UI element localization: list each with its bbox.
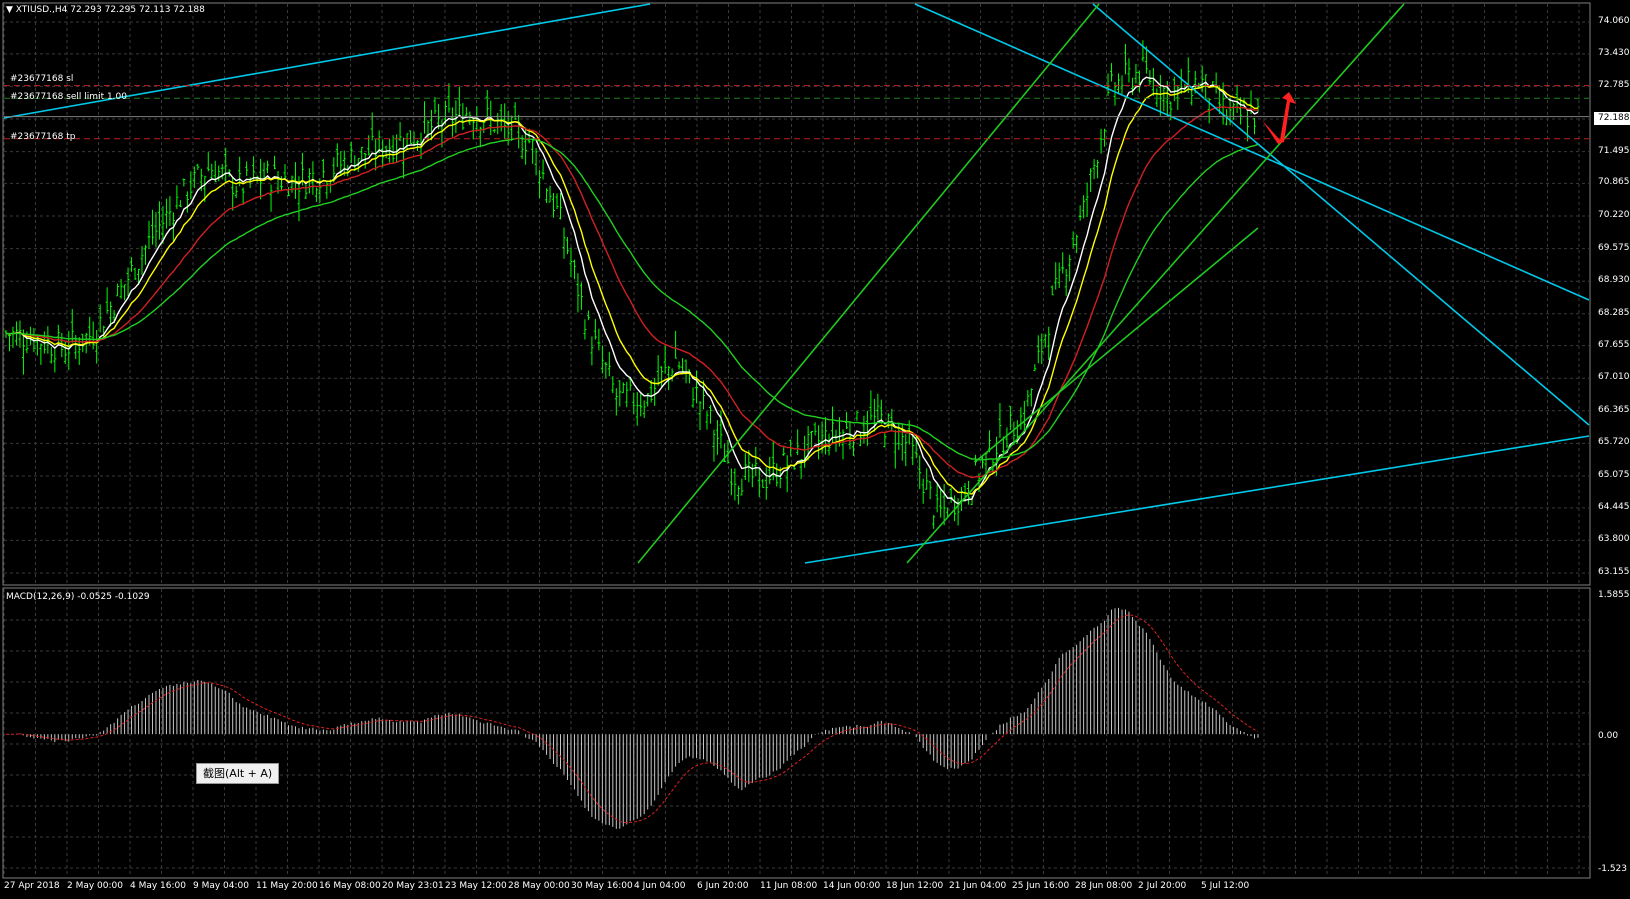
green-channel-line xyxy=(906,3,1405,564)
price-tick: 63.155 xyxy=(1598,567,1630,577)
price-tick: 71.495 xyxy=(1598,145,1630,156)
price-tick: 65.075 xyxy=(1598,469,1630,480)
time-tick: 14 Jun 00:00 xyxy=(823,881,881,891)
moving-averages xyxy=(5,76,1259,505)
ma-green-line xyxy=(5,137,1259,461)
time-tick: 23 May 12:00 xyxy=(445,881,507,891)
time-tick: 28 May 00:00 xyxy=(508,881,570,891)
time-tick: 27 Apr 2018 xyxy=(4,881,60,891)
grid xyxy=(3,4,1589,877)
time-tick: 21 Jun 04:00 xyxy=(949,881,1007,891)
price-tick: 64.445 xyxy=(1598,501,1630,512)
cyan-channel-line xyxy=(1092,3,1590,426)
time-tick: 11 Jun 08:00 xyxy=(760,881,818,891)
screenshot-tooltip: 截图(Alt + A) xyxy=(196,763,280,784)
price-tick: 70.220 xyxy=(1598,210,1630,221)
time-tick: 11 May 20:00 xyxy=(256,881,318,891)
macd-histogram xyxy=(6,607,1259,829)
time-tick: 4 Jun 04:00 xyxy=(634,881,686,891)
price-tick: 74.060 xyxy=(1598,16,1630,26)
macd-label: MACD(12,26,9) -0.0525 -0.1029 xyxy=(6,592,150,602)
time-tick: 18 Jun 12:00 xyxy=(886,881,944,891)
price-tick: 72.785 xyxy=(1598,80,1630,91)
time-tick: 20 May 23:01 xyxy=(382,881,444,891)
price-tick: 70.865 xyxy=(1598,177,1630,188)
time-tick: 2 Jul 20:00 xyxy=(1138,881,1187,891)
green-channel-line xyxy=(637,3,1100,564)
price-tick: 66.365 xyxy=(1598,404,1630,415)
main-pane-border xyxy=(2,2,1591,586)
price-tick: 67.010 xyxy=(1598,372,1630,383)
time-tick: 28 Jun 08:00 xyxy=(1075,881,1133,891)
macd-signal-line xyxy=(6,614,1259,824)
order-lines xyxy=(4,85,1589,140)
sl-label: #23677168 sl xyxy=(10,74,74,84)
symbol-header: ▼ XTIUSD.,H4 72.293 72.295 72.113 72.188 xyxy=(6,5,205,15)
time-tick: 6 Jun 20:00 xyxy=(697,881,749,891)
time-tick: 4 May 16:00 xyxy=(130,881,186,891)
price-tick: 68.285 xyxy=(1598,307,1630,318)
macd-axis-bottom: -1.523 xyxy=(1598,864,1628,874)
ma-white-line xyxy=(5,76,1259,505)
trend-channels xyxy=(3,3,1590,564)
macd-axis-zero: 0.00 xyxy=(1598,731,1619,741)
sell-limit-label: #23677168 sell limit 1.00 xyxy=(10,92,127,102)
price-tick: 65.720 xyxy=(1598,437,1630,448)
green-channel-line xyxy=(974,227,1259,463)
price-tick: 68.930 xyxy=(1598,275,1630,286)
time-tick: 16 May 08:00 xyxy=(319,881,381,891)
time-tick: 30 May 16:00 xyxy=(571,881,633,891)
current-price-marker: 72.188 xyxy=(1594,112,1630,125)
price-tick: 69.575 xyxy=(1598,242,1630,253)
macd-axis-top: 1.5855 xyxy=(1598,590,1630,600)
macd-pane-border xyxy=(2,587,1591,879)
price-tick: 73.430 xyxy=(1598,47,1630,58)
price-tick: 63.800 xyxy=(1598,534,1630,545)
time-tick: 9 May 04:00 xyxy=(193,881,249,891)
time-tick: 25 Jun 16:00 xyxy=(1012,881,1070,891)
arrow-annotation xyxy=(1262,92,1296,144)
time-tick: 2 May 00:00 xyxy=(67,881,123,891)
price-tick: 67.655 xyxy=(1598,339,1630,350)
tp-label: #23677168 tp xyxy=(10,132,76,142)
time-tick: 5 Jul 12:00 xyxy=(1201,881,1250,891)
